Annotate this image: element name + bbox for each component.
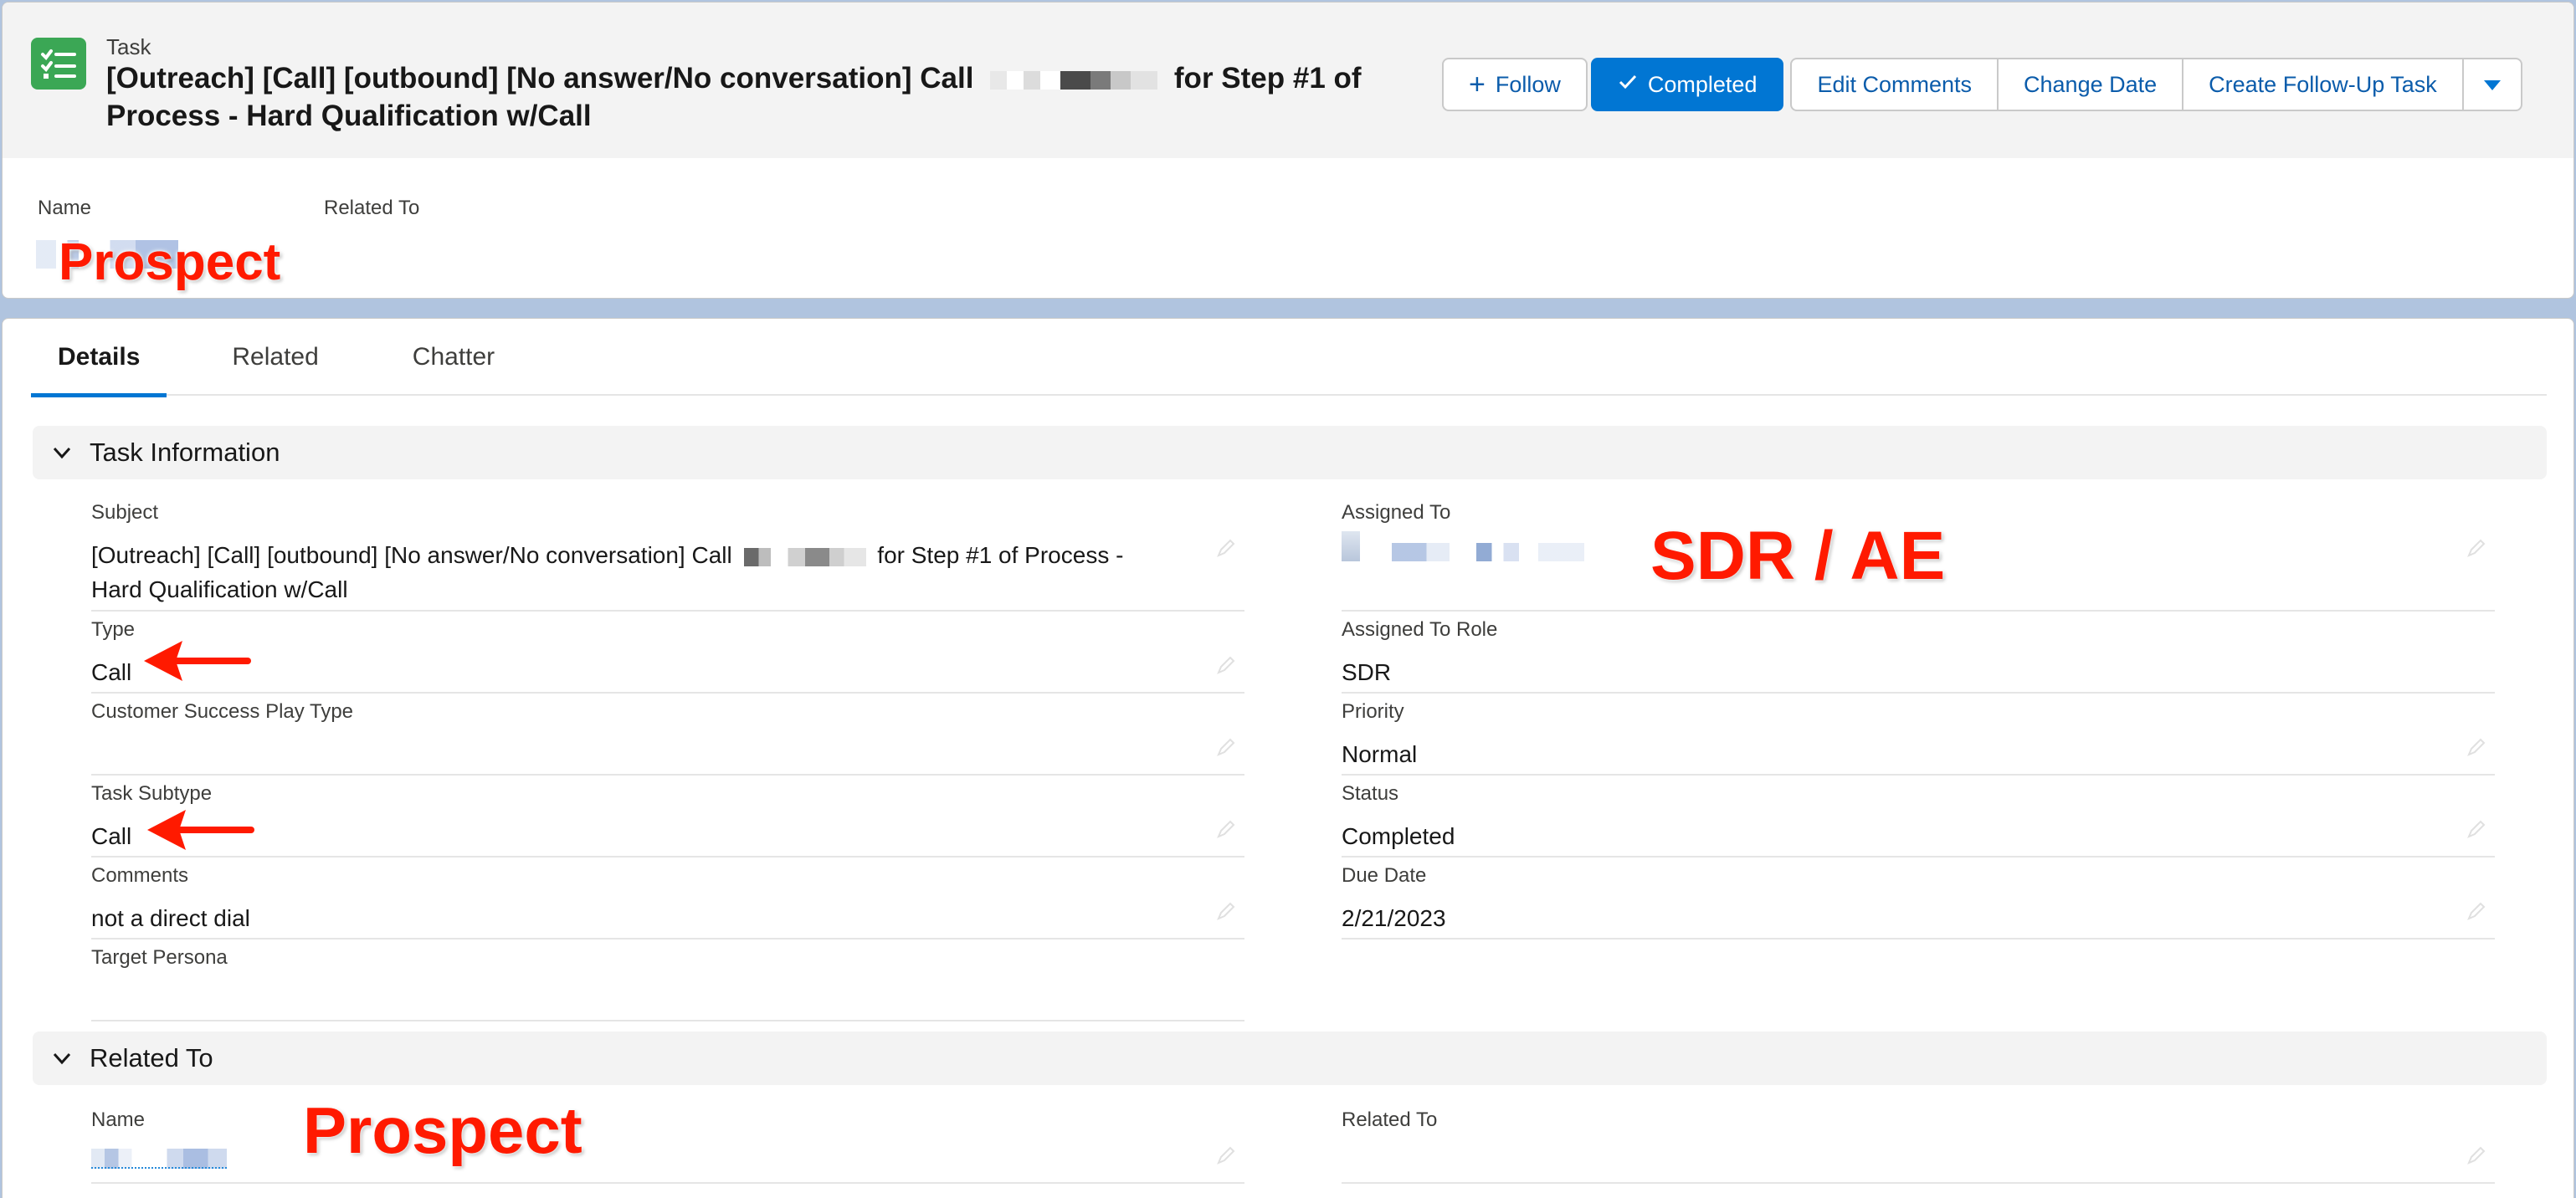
redacted-name bbox=[990, 70, 1158, 90]
field-label: Due Date bbox=[1342, 864, 1427, 887]
tab-bar: Details Related Chatter bbox=[31, 319, 2547, 397]
change-date-button[interactable]: Change Date bbox=[1997, 58, 2184, 111]
annotation-prospect-top: Prospect bbox=[59, 233, 281, 291]
record-highlights-panel: Task [Outreach] [Call] [outbound] [No an… bbox=[2, 2, 2574, 299]
pencil-edit-icon[interactable] bbox=[2466, 737, 2486, 757]
record-detail-card: Details Related Chatter Task Information… bbox=[2, 318, 2574, 1198]
completed-button[interactable]: Completed bbox=[1590, 58, 1784, 111]
assigned-to-user-link[interactable] bbox=[1392, 543, 1584, 561]
record-header: Task [Outreach] [Call] [outbound] [No an… bbox=[3, 3, 2573, 158]
field-label: Related To bbox=[1342, 1108, 1438, 1131]
field-subject: Subject [Outreach] [Call] [outbound] [No… bbox=[91, 494, 1244, 612]
field-assigned-to-role: Assigned To Role SDR bbox=[1342, 612, 2495, 694]
field-label: Assigned To Role bbox=[1342, 618, 1498, 641]
field-value: [Outreach] [Call] [outbound] [No answer/… bbox=[91, 538, 1196, 607]
section-title: Related To bbox=[90, 1043, 213, 1073]
field-type: Type Call bbox=[91, 612, 1244, 694]
subject-text-part1: [Outreach] [Call] [outbound] [No answer/… bbox=[91, 542, 732, 568]
field-value: Normal bbox=[1342, 741, 1418, 767]
field-value: Call bbox=[91, 659, 132, 685]
field-value: Call bbox=[91, 823, 132, 849]
related-name-link[interactable] bbox=[91, 1149, 227, 1169]
field-value: not a direct dial bbox=[91, 905, 250, 931]
avatar bbox=[1342, 531, 1360, 561]
pencil-edit-icon[interactable] bbox=[2466, 538, 2486, 558]
tab-chatter[interactable]: Chatter bbox=[386, 319, 521, 396]
field-label: Comments bbox=[91, 864, 189, 887]
chevron-down-icon bbox=[2482, 72, 2502, 98]
tab-related[interactable]: Related bbox=[205, 319, 345, 396]
field-label: Customer Success Play Type bbox=[91, 700, 354, 723]
annotation-sdr-ae: SDR / AE bbox=[1650, 518, 1946, 594]
check-icon bbox=[1618, 72, 1638, 98]
red-arrow-annotation-type bbox=[144, 641, 251, 681]
title-text-part1: [Outreach] [Call] [outbound] [No answer/… bbox=[106, 62, 974, 95]
redacted-name bbox=[743, 547, 866, 566]
field-priority: Priority Normal bbox=[1342, 694, 2495, 776]
field-label: Type bbox=[91, 618, 136, 641]
page-title: [Outreach] [Call] [outbound] [No answer/… bbox=[106, 59, 1429, 135]
field-target-persona: Target Persona bbox=[91, 939, 1244, 1021]
section-title: Task Information bbox=[90, 438, 280, 467]
subject-text-line2: Hard Qualification w/Call bbox=[91, 576, 348, 602]
pencil-edit-icon[interactable] bbox=[1216, 655, 1236, 675]
field-label: Status bbox=[1342, 782, 1399, 805]
subject-text-part2: for Step #1 of Process - bbox=[877, 542, 1124, 568]
action-button-group: Edit Comments Change Date Create Follow-… bbox=[1790, 58, 2522, 111]
pencil-edit-icon[interactable] bbox=[1216, 538, 1236, 558]
pencil-edit-icon[interactable] bbox=[1216, 737, 1236, 757]
field-related-name: Name bbox=[91, 1102, 1244, 1184]
field-label: Task Subtype bbox=[91, 782, 213, 805]
red-arrow-annotation-subtype bbox=[147, 810, 254, 850]
follow-label: Follow bbox=[1495, 71, 1561, 97]
task-checklist-icon bbox=[31, 38, 86, 90]
create-follow-up-task-button[interactable]: Create Follow-Up Task bbox=[2182, 58, 2464, 111]
field-value: Completed bbox=[1342, 823, 1455, 849]
pencil-edit-icon[interactable] bbox=[2466, 1145, 2486, 1165]
field-label: Subject bbox=[91, 501, 159, 524]
field-customer-success-play-type: Customer Success Play Type bbox=[91, 694, 1244, 776]
pencil-edit-icon[interactable] bbox=[1216, 901, 1236, 921]
field-task-subtype: Task Subtype Call bbox=[91, 776, 1244, 858]
pencil-edit-icon[interactable] bbox=[2466, 901, 2486, 921]
field-value: 2/21/2023 bbox=[1342, 905, 1446, 931]
chevron-down-icon bbox=[53, 447, 71, 459]
edit-comments-button[interactable]: Edit Comments bbox=[1790, 58, 1999, 111]
field-value: SDR bbox=[1342, 659, 1392, 685]
action-bar: + Follow Completed Edit Comments Change … bbox=[1442, 58, 2522, 111]
completed-label: Completed bbox=[1647, 71, 1758, 97]
more-actions-button[interactable] bbox=[2461, 58, 2522, 111]
follow-button[interactable]: + Follow bbox=[1442, 58, 1588, 111]
title-text-part2: for Step #1 of bbox=[1173, 62, 1362, 95]
object-type-label: Task bbox=[106, 34, 151, 59]
pencil-edit-icon[interactable] bbox=[2466, 819, 2486, 839]
field-label: Name bbox=[91, 1108, 146, 1131]
plus-icon: + bbox=[1469, 69, 1486, 100]
field-comments: Comments not a direct dial bbox=[91, 858, 1244, 939]
field-label: Target Persona bbox=[91, 946, 228, 969]
section-related-to[interactable]: Related To bbox=[33, 1032, 2547, 1085]
highlight-name-label: Name bbox=[38, 197, 92, 219]
highlight-related-to-label: Related To bbox=[324, 197, 420, 219]
field-label: Assigned To bbox=[1342, 501, 1451, 524]
field-due-date: Due Date 2/21/2023 bbox=[1342, 858, 2495, 939]
tab-details[interactable]: Details bbox=[31, 319, 167, 397]
pencil-edit-icon[interactable] bbox=[1216, 1145, 1236, 1165]
title-text-line2: Process - Hard Qualification w/Call bbox=[106, 100, 592, 132]
annotation-prospect-bottom: Prospect bbox=[303, 1093, 582, 1167]
chevron-down-icon bbox=[53, 1052, 71, 1065]
field-status: Status Completed bbox=[1342, 776, 2495, 858]
field-label: Priority bbox=[1342, 700, 1404, 723]
field-related-to: Related To bbox=[1342, 1102, 2495, 1184]
pencil-edit-icon[interactable] bbox=[1216, 819, 1236, 839]
section-task-information[interactable]: Task Information bbox=[33, 426, 2547, 479]
